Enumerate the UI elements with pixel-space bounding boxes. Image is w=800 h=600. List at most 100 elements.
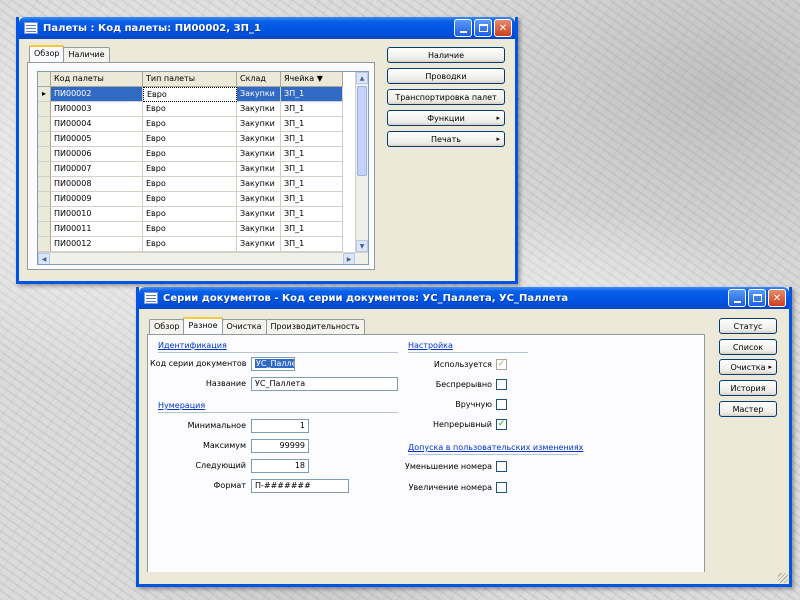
table-row[interactable]: ПИ00007 Евро Закупки ЗП_1 [38,162,343,177]
table-cell[interactable]: ЗП_1 [281,147,343,162]
tab-overview[interactable]: Обзор [149,319,185,334]
tab-misc[interactable]: Разное [183,317,223,334]
maximum-field[interactable]: 99999 [251,439,309,453]
table-cell[interactable]: ПИ00005 [51,132,143,147]
table-row[interactable]: ПИ00006 Евро Закупки ЗП_1 [38,147,343,162]
scroll-right-icon[interactable]: ▶ [343,253,355,264]
functions-menu-button[interactable]: Функции ▸ [387,110,505,126]
close-button[interactable]: ✕ [768,289,786,307]
manual-checkbox[interactable] [496,399,507,410]
column-header-code[interactable]: Код палеты [51,72,143,87]
table-cell[interactable]: Евро [143,177,237,192]
row-selector[interactable] [38,102,51,117]
table-cell[interactable]: ПИ00003 [51,102,143,117]
wizard-button[interactable]: Мастер [719,401,777,417]
series-code-field[interactable]: УС_Паллета [251,357,295,371]
continuous-checkbox[interactable] [496,379,507,390]
table-cell[interactable]: ПИ00009 [51,192,143,207]
resize-grip-icon[interactable] [778,573,788,583]
scroll-left-icon[interactable]: ◀ [38,253,50,264]
row-selector[interactable]: ▸ [38,87,51,102]
pallets-titlebar[interactable]: Палеты : Код палеты: ПИ00002, ЗП_1 ✕ [19,17,515,39]
maximize-button[interactable] [474,19,492,37]
table-cell[interactable]: Евро [143,102,237,117]
table-cell[interactable]: Закупки [237,162,281,177]
table-cell[interactable]: Евро [143,117,237,132]
table-cell[interactable]: ПИ00006 [51,147,143,162]
table-cell[interactable]: Евро [143,207,237,222]
row-selector[interactable] [38,117,51,132]
grid-vertical-scrollbar[interactable]: ▲ ▼ [355,72,368,252]
column-header-type[interactable]: Тип палеты [143,72,237,87]
minimize-button[interactable] [728,289,746,307]
row-selector[interactable] [38,237,51,252]
table-cell[interactable]: ЗП_1 [281,177,343,192]
minimum-field[interactable]: 1 [251,419,309,433]
format-field[interactable]: П-####### [251,479,349,493]
table-cell[interactable]: ЗП_1 [281,102,343,117]
table-cell[interactable]: ЗП_1 [281,222,343,237]
table-cell[interactable]: ПИ00012 [51,237,143,252]
row-selector[interactable] [38,207,51,222]
table-cell[interactable]: Евро [143,132,237,147]
table-cell[interactable]: Закупки [237,192,281,207]
table-row[interactable]: ПИ00009 Евро Закупки ЗП_1 [38,192,343,207]
list-button[interactable]: Список [719,339,777,355]
table-cell[interactable]: Закупки [237,177,281,192]
table-cell[interactable]: Евро [143,87,237,102]
table-cell[interactable]: ЗП_1 [281,87,343,102]
document-series-titlebar[interactable]: Серии документов - Код серии документов:… [139,287,789,309]
table-cell[interactable]: ЗП_1 [281,237,343,252]
pallets-grid[interactable]: Код палеты Тип палеты Склад Ячейка ▼ ▸ ПИ… [37,71,369,265]
table-row[interactable]: ПИ00005 Евро Закупки ЗП_1 [38,132,343,147]
table-cell[interactable]: ЗП_1 [281,192,343,207]
table-cell[interactable]: ПИ00010 [51,207,143,222]
continuous2-checkbox[interactable]: ✓ [496,419,507,430]
row-selector[interactable] [38,132,51,147]
row-selector[interactable] [38,192,51,207]
table-cell[interactable]: Закупки [237,87,281,102]
minimize-button[interactable] [454,19,472,37]
table-cell[interactable]: ЗП_1 [281,132,343,147]
tab-cleanup[interactable]: Очистка [221,319,267,334]
table-cell[interactable]: Закупки [237,132,281,147]
table-cell[interactable]: ПИ00011 [51,222,143,237]
table-cell[interactable]: Закупки [237,207,281,222]
row-selector[interactable] [38,177,51,192]
row-selector[interactable] [38,222,51,237]
tab-overview[interactable]: Обзор [29,45,65,62]
table-cell[interactable]: ЗП_1 [281,162,343,177]
table-cell[interactable]: Закупки [237,237,281,252]
increase-checkbox[interactable] [496,482,507,493]
table-cell[interactable]: ПИ00002 [51,87,143,102]
table-row[interactable]: ПИ00003 Евро Закупки ЗП_1 [38,102,343,117]
column-header-cell[interactable]: Ячейка ▼ [281,72,343,87]
table-row[interactable]: ПИ00011 Евро Закупки ЗП_1 [38,222,343,237]
table-row[interactable]: ПИ00012 Евро Закупки ЗП_1 [38,237,343,252]
maximize-button[interactable] [748,289,766,307]
scroll-up-icon[interactable]: ▲ [356,72,368,84]
in-use-checkbox[interactable]: ✓ [496,359,507,370]
print-menu-button[interactable]: Печать ▸ [387,131,505,147]
table-cell[interactable]: ПИ00008 [51,177,143,192]
cleanup-menu-button[interactable]: Очистка ▸ [719,359,777,375]
history-button[interactable]: История [719,380,777,396]
grid-horizontal-scrollbar[interactable]: ◀ ▶ [38,252,368,264]
table-cell[interactable]: Евро [143,192,237,207]
table-cell[interactable]: Евро [143,147,237,162]
table-row[interactable]: ▸ ПИ00002 Евро Закупки ЗП_1 [38,87,343,102]
decrease-checkbox[interactable] [496,461,507,472]
table-cell[interactable]: Закупки [237,147,281,162]
table-cell[interactable]: ЗП_1 [281,207,343,222]
table-cell[interactable]: ПИ00004 [51,117,143,132]
row-selector[interactable] [38,147,51,162]
next-field[interactable]: 18 [251,459,309,473]
table-row[interactable]: ПИ00004 Евро Закупки ЗП_1 [38,117,343,132]
table-cell[interactable]: Евро [143,162,237,177]
column-header-warehouse[interactable]: Склад [237,72,281,87]
close-button[interactable]: ✕ [494,19,512,37]
table-cell[interactable]: Закупки [237,102,281,117]
table-row[interactable]: ПИ00008 Евро Закупки ЗП_1 [38,177,343,192]
table-cell[interactable]: Закупки [237,117,281,132]
table-cell[interactable]: Закупки [237,222,281,237]
